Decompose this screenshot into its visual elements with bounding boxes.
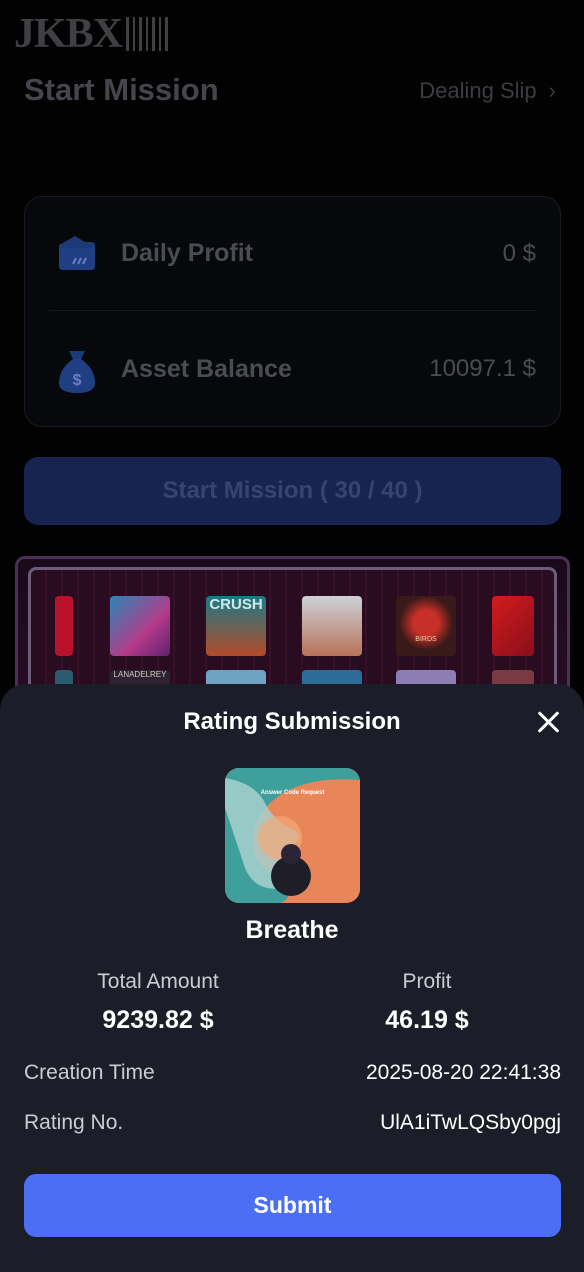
daily-profit-label: Daily Profit: [121, 239, 253, 267]
album-cover: [55, 596, 73, 656]
album-cover: [492, 596, 534, 656]
creation-time-value: 2025-08-20 22:41:38: [366, 1061, 561, 1084]
app-screen: JKBX Start Mission Dealing Slip › Daily …: [0, 0, 584, 1272]
album-cover-title: LANADELREY: [113, 670, 167, 679]
rating-no-row: Rating No. UlA1iTwLQSby0pgj: [24, 1111, 561, 1135]
daily-profit-row: Daily Profit 0 $: [49, 197, 536, 311]
logo-text: JKBX: [14, 11, 123, 57]
close-icon[interactable]: [534, 708, 562, 736]
chevron-right-icon: ›: [548, 78, 556, 103]
album-cover-title: CRUSH: [209, 596, 263, 613]
album-cover: BIRDS: [396, 596, 456, 656]
album-cover-title: BIRDS: [415, 636, 437, 643]
total-amount-value: 9239.82 $: [102, 1006, 214, 1034]
artwork-caption: Answer Code Request: [260, 790, 325, 796]
start-mission-button[interactable]: Start Mission ( 30 / 40 ): [24, 457, 561, 525]
asset-balance-row: $ Asset Balance 10097.1 $: [49, 312, 536, 426]
brand-logo: JKBX: [14, 11, 169, 57]
logo-barcode-icon: [126, 17, 169, 51]
dealing-slip-label: Dealing Slip: [419, 78, 537, 103]
sheet-title: Rating Submission: [183, 708, 401, 735]
creation-time-label: Creation Time: [24, 1061, 155, 1084]
stats-card: Daily Profit 0 $ $ Asset Balance 10097.1…: [24, 196, 561, 427]
album-cover: [110, 596, 170, 656]
rating-submission-sheet: Rating Submission Answer Code Request Br…: [0, 684, 584, 1272]
dealing-slip-link[interactable]: Dealing Slip ›: [419, 78, 556, 104]
profit-metric: Profit 46.19 $: [282, 970, 572, 1035]
daily-profit-value: 0 $: [502, 239, 536, 267]
rating-no-value: UlA1iTwLQSby0pgj: [380, 1111, 561, 1134]
album-cover: CRUSH: [206, 596, 266, 656]
page-title: Start Mission: [24, 72, 219, 107]
asset-balance-label: Asset Balance: [121, 354, 292, 383]
wallet-icon: [55, 232, 99, 276]
money-bag-icon: $: [55, 347, 99, 393]
album-cover: [302, 596, 362, 656]
creation-time-row: Creation Time 2025-08-20 22:41:38: [24, 1061, 561, 1085]
album-artwork: Answer Code Request: [225, 768, 360, 903]
rating-no-label: Rating No.: [24, 1111, 124, 1134]
profit-label: Profit: [402, 970, 452, 993]
submit-button[interactable]: Submit: [24, 1174, 561, 1237]
total-amount-metric: Total Amount 9239.82 $: [13, 970, 303, 1035]
svg-text:$: $: [73, 372, 82, 389]
profit-value: 46.19 $: [385, 1006, 469, 1034]
song-title: Breathe: [245, 916, 339, 944]
total-amount-label: Total Amount: [97, 970, 219, 993]
asset-balance-value: 10097.1 $: [429, 355, 536, 382]
